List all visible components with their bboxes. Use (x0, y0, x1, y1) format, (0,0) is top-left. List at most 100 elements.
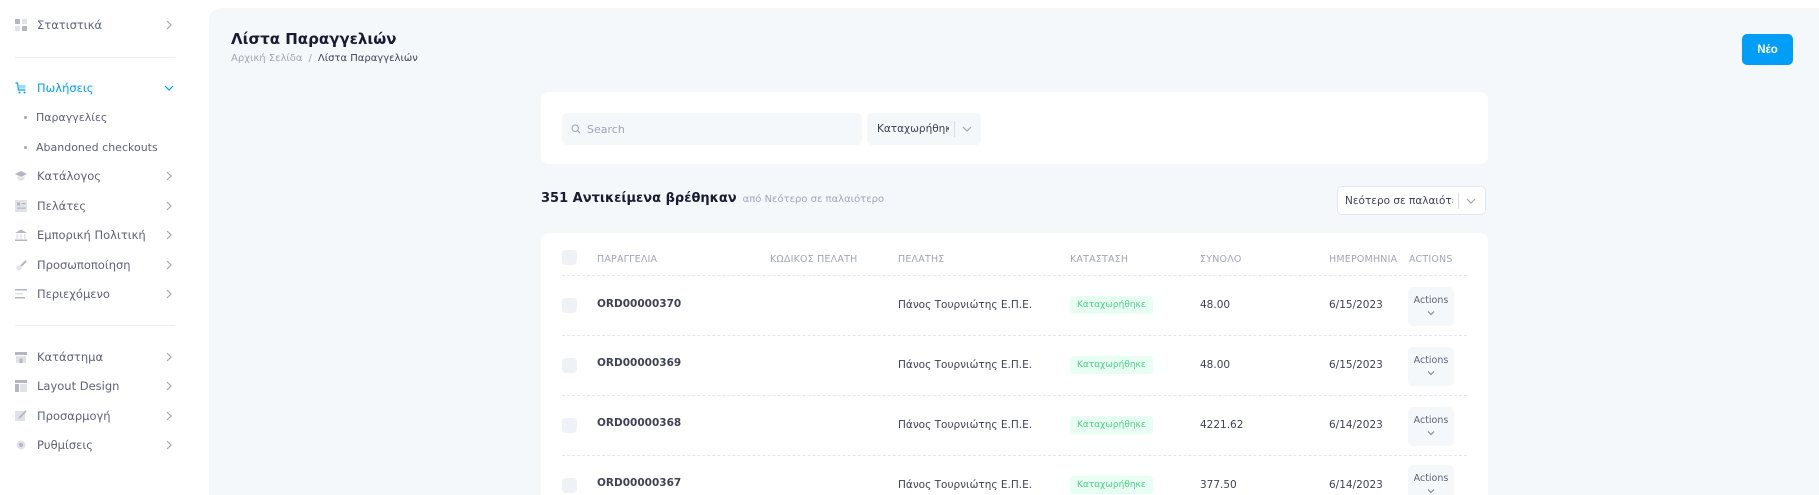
order-id[interactable]: ORD00000367 (597, 477, 681, 489)
row-checkbox[interactable] (562, 418, 577, 433)
order-id[interactable]: ORD00000369 (597, 357, 681, 369)
actions-label: Actions (1413, 295, 1449, 306)
order-total: 48.00 (1200, 299, 1231, 311)
sidebar-item-store[interactable]: Κατάστημα (15, 346, 175, 368)
chevron-right-icon (166, 201, 172, 211)
row-checkbox[interactable] (562, 358, 577, 373)
row-checkbox[interactable] (562, 478, 577, 493)
sidebar-item-content[interactable]: Περιεχόμενο (15, 283, 175, 305)
select-all-checkbox[interactable] (562, 250, 577, 265)
search-icon (571, 124, 581, 134)
chevron-right-icon (166, 20, 172, 30)
new-order-button[interactable]: Νέο (1742, 34, 1793, 65)
personalization-icon (15, 259, 27, 271)
results-summary: 351 Αντικείμενα βρέθηκαν από Νεότερο σε … (541, 191, 884, 206)
chevron-right-icon (166, 171, 172, 181)
bullet-icon (24, 145, 27, 149)
column-header-order[interactable]: ΠΑΡΑΓΓΕΛΙΑ (597, 254, 657, 265)
table-row[interactable]: ORD00000368 Πάνος Τουρνιώτης Ε.Π.Ε. Κατα… (562, 395, 1467, 455)
sidebar-subitem-orders[interactable]: Παραγγελίες (24, 107, 107, 127)
content-icon (15, 288, 27, 300)
sidebar-item-customers[interactable]: Πελάτες (15, 195, 175, 217)
sidebar-item-customize[interactable]: Προσαρμογή (15, 405, 175, 427)
customize-icon (15, 410, 27, 422)
status-badge: Καταχωρήθηκε (1070, 416, 1153, 434)
order-date: 6/14/2023 (1329, 419, 1383, 431)
breadcrumb-current: Λίστα Παραγγελιών (317, 53, 418, 64)
order-total: 4221.62 (1200, 419, 1244, 431)
gear-icon (15, 439, 27, 451)
table-row[interactable]: ORD00000367 Πάνος Τουρνιώτης Ε.Π.Ε. Κατα… (562, 455, 1467, 495)
chevron-right-icon (166, 260, 172, 270)
column-header-date[interactable]: ΗΜΕΡΟΜΗΝΙΑ (1329, 254, 1397, 265)
results-count: 351 Αντικείμενα βρέθηκαν (541, 191, 737, 206)
actions-button[interactable]: Actions (1408, 407, 1454, 446)
sidebar-item-label: Ρυθμίσεις (37, 438, 93, 452)
status-badge: Καταχωρήθηκε (1070, 356, 1153, 374)
column-header-status[interactable]: ΚΑΤΑΣΤΑΣΗ (1070, 254, 1128, 265)
sidebar-item-label: Κατάλογος (37, 169, 102, 183)
breadcrumb: Αρχική Σελίδα / Λίστα Παραγγελιών (231, 53, 418, 64)
sidebar-item-sales[interactable]: Πωλήσεις (15, 77, 175, 99)
chevron-right-icon (166, 411, 172, 421)
status-filter-select[interactable]: Καταχωρήθηκε (867, 113, 981, 145)
row-checkbox[interactable] (562, 298, 577, 313)
column-header-total[interactable]: ΣΥΝΟΛΟ (1200, 254, 1242, 265)
filter-card: Καταχωρήθηκε (541, 92, 1488, 164)
chevron-right-icon (166, 289, 172, 299)
sidebar-item-statistics[interactable]: Στατιστικά (15, 14, 175, 36)
sidebar-item-layout-design[interactable]: Layout Design (15, 375, 175, 397)
order-id[interactable]: ORD00000368 (597, 417, 681, 429)
actions-button[interactable]: Actions (1408, 287, 1454, 326)
main-content: Λίστα Παραγγελιών Αρχική Σελίδα / Λίστα … (209, 8, 1819, 495)
select-divider (1458, 193, 1459, 209)
search-input[interactable] (587, 122, 847, 136)
search-box[interactable] (562, 113, 862, 145)
table-row[interactable]: ORD00000369 Πάνος Τουρνιώτης Ε.Π.Ε. Κατα… (562, 335, 1467, 395)
order-date: 6/15/2023 (1329, 359, 1383, 371)
table-row[interactable]: ORD00000370 Πάνος Τουρνιώτης Ε.Π.Ε. Κατα… (562, 275, 1467, 335)
sidebar-item-commercial-policy[interactable]: Εμπορική Πολιτική (15, 224, 175, 246)
select-divider (954, 121, 955, 137)
sidebar-item-catalog[interactable]: Κατάλογος (15, 165, 175, 187)
chevron-down-icon (164, 85, 174, 91)
policy-icon (15, 229, 27, 241)
column-header-customer[interactable]: ΠΕΛΑΤΗΣ (898, 254, 945, 265)
status-badge: Καταχωρήθηκε (1070, 476, 1153, 494)
layout-icon (15, 380, 27, 392)
actions-button[interactable]: Actions (1408, 347, 1454, 386)
chevron-down-icon (1427, 371, 1435, 376)
sidebar-divider (15, 325, 175, 326)
orders-table: ΠΑΡΑΓΓΕΛΙΑ ΚΩΔΙΚΟΣ ΠΕΛΑΤΗ ΠΕΛΑΤΗΣ ΚΑΤΑΣΤ… (541, 233, 1488, 495)
sidebar-item-settings[interactable]: Ρυθμίσεις (15, 434, 175, 456)
actions-button[interactable]: Actions (1408, 465, 1454, 495)
cart-icon (15, 82, 27, 94)
actions-label: Actions (1413, 355, 1449, 366)
order-total: 377.50 (1200, 479, 1237, 491)
page-title: Λίστα Παραγγελιών (231, 30, 397, 48)
status-filter-value: Καταχωρήθηκε (877, 123, 949, 135)
stats-icon (15, 19, 27, 31)
sidebar: Στατιστικά Πωλήσεις Παραγγελίες Abandone… (0, 0, 191, 495)
store-icon (15, 351, 27, 363)
sidebar-item-label: Layout Design (37, 379, 120, 393)
sidebar-item-personalization[interactable]: Προσωποποίηση (15, 254, 175, 276)
chevron-down-icon (962, 126, 972, 132)
breadcrumb-separator: / (308, 53, 312, 64)
sidebar-subitem-abandoned-checkouts[interactable]: Abandoned checkouts (24, 137, 158, 157)
sidebar-subitem-label: Παραγγελίες (36, 110, 108, 124)
actions-label: Actions (1413, 415, 1449, 426)
column-header-actions: ACTIONS (1409, 254, 1453, 265)
customer-name: Πάνος Τουρνιώτης Ε.Π.Ε. (898, 299, 1033, 311)
bullet-icon (24, 115, 27, 119)
chevron-down-icon (1427, 489, 1435, 494)
order-total: 48.00 (1200, 359, 1231, 371)
sort-select[interactable]: Νεότερο σε παλαιότερο (1337, 186, 1486, 215)
results-sort-label: από Νεότερο σε παλαιότερο (742, 194, 885, 205)
breadcrumb-home[interactable]: Αρχική Σελίδα (231, 53, 303, 64)
chevron-down-icon (1466, 198, 1476, 204)
customer-name: Πάνος Τουρνιώτης Ε.Π.Ε. (898, 479, 1033, 491)
sidebar-subitem-label: Abandoned checkouts (36, 140, 158, 154)
column-header-customer-code[interactable]: ΚΩΔΙΚΟΣ ΠΕΛΑΤΗ (770, 254, 857, 265)
order-id[interactable]: ORD00000370 (597, 298, 681, 310)
